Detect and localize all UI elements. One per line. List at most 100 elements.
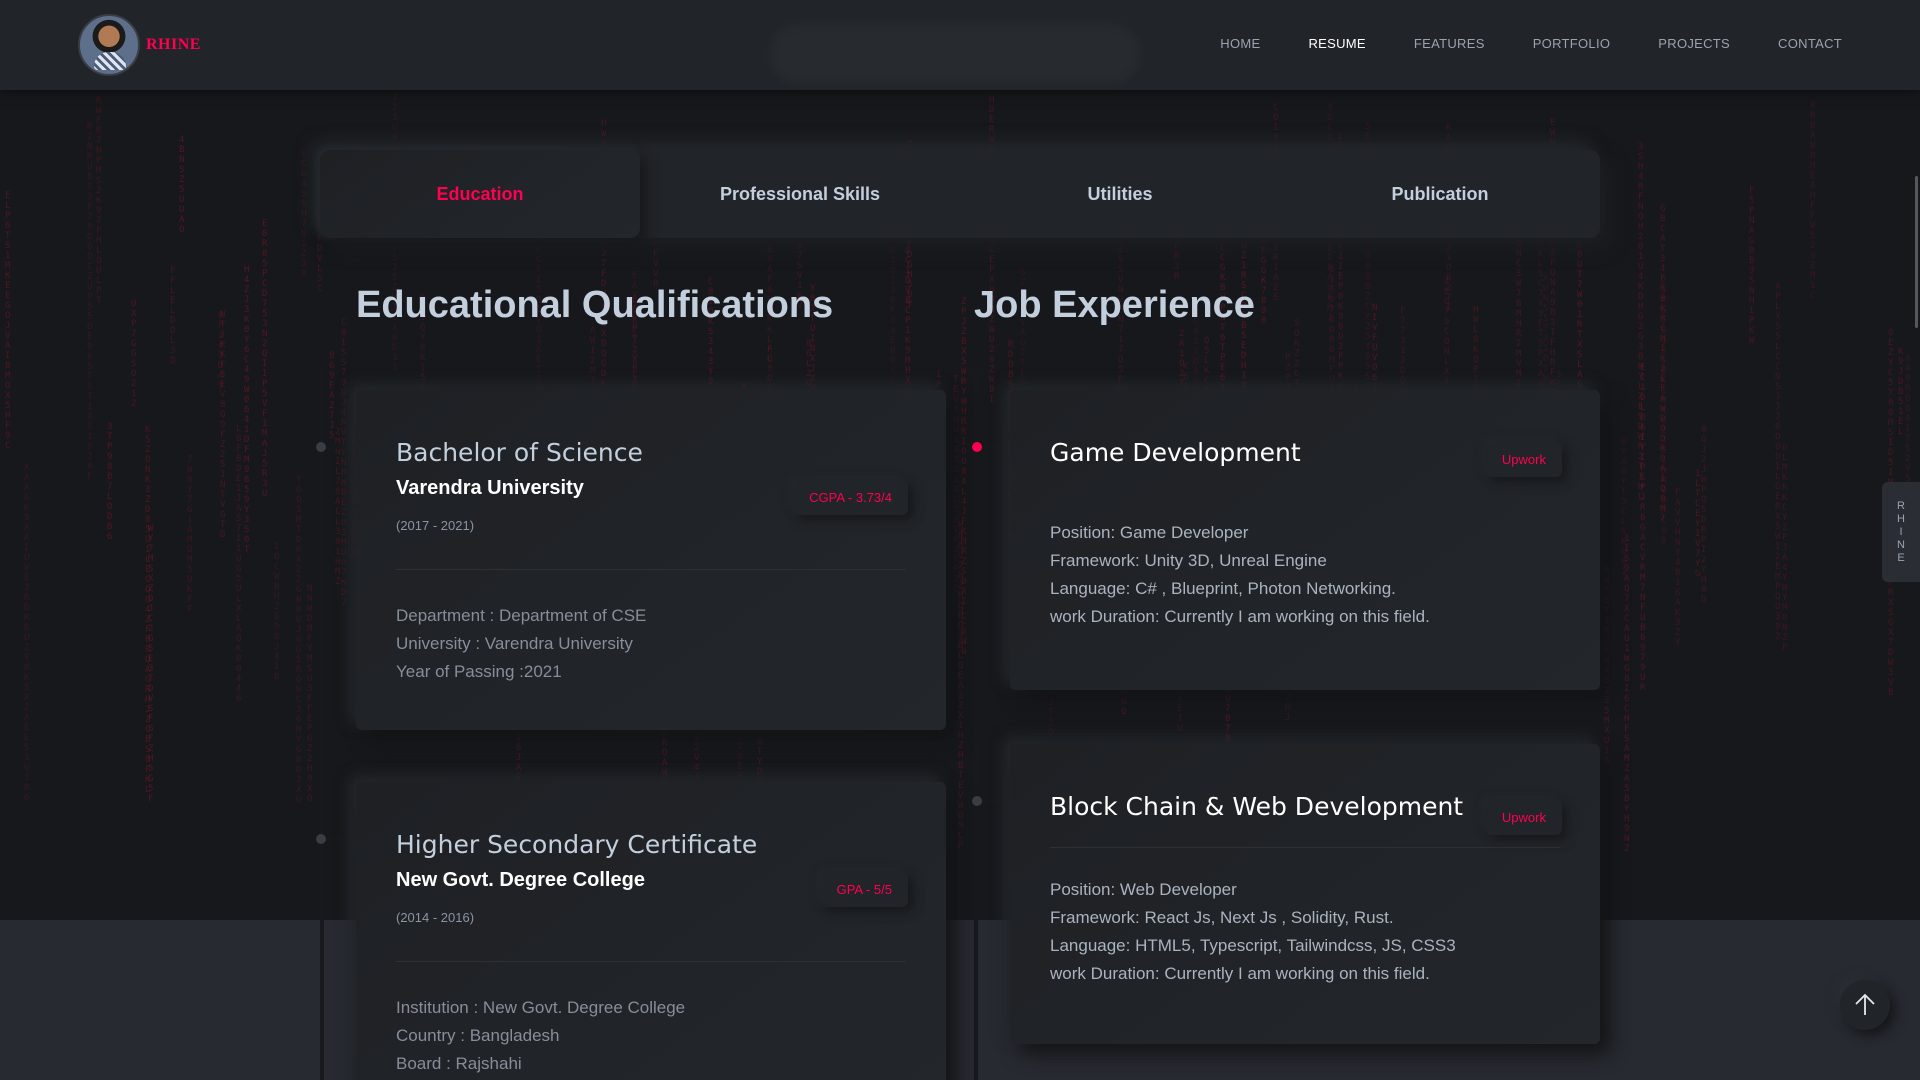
detail-line: Language: C# , Blueprint, Photon Network… (1050, 579, 1396, 598)
detail-line: Language: HTML5, Typescript, Tailwindcss… (1050, 936, 1456, 955)
matrix-column: C8ISS79UJ4RVTYNRWBEZ83MUA7KD7 (341, 318, 347, 608)
education-card: Bachelor of Science Varendra University … (356, 390, 946, 730)
matrix-column: ELP6TS1MKEEGOJVAI8MOX5HF9C (5, 191, 11, 451)
divider (396, 961, 906, 962)
nav-resume[interactable]: RESUME (1308, 36, 1365, 51)
divider (1050, 847, 1560, 848)
matrix-column: ZPJZBX5WRYWHRRI0U84L4JFKMRZS0RILC6W6 (961, 297, 967, 657)
detail-line: Framework: Unity 3D, Unreal Engine (1050, 551, 1327, 570)
details: Position: Web Developer Framework: React… (1050, 876, 1560, 988)
matrix-column: NTJRKF5EV8Q9FZ25JNTVGTD (220, 310, 226, 540)
main-nav: HOME RESUME FEATURES PORTFOLIO PROJECTS … (1220, 36, 1842, 51)
side-letter: N (1897, 538, 1905, 551)
matrix-column: H4ZJ3K0Y6C49W0641DFM9859Y3S0T (244, 265, 250, 555)
site-header: RHINE HOME RESUME FEATURES PORTFOLIO PRO… (0, 0, 1920, 90)
brand-name: RHINE (146, 36, 201, 53)
avatar (78, 14, 140, 76)
degree-title: Higher Secondary Certificate (396, 830, 758, 859)
matrix-column: HDERWM285UTEG2SCEPX8MMZWU20ZWBI (989, 95, 995, 405)
matrix-column: UXP7GGSO212 (131, 299, 137, 409)
job-timeline (974, 370, 978, 1080)
matrix-column: FAVVHNY4B1KAK9ZY (1675, 488, 1681, 648)
detail-line: work Duration: Currently I am working on… (1050, 607, 1430, 626)
matrix-column: K9JDB51EL (1898, 347, 1904, 437)
divider (396, 569, 906, 570)
matrix-column: UYXQYT9CLSKOR1 (1621, 437, 1627, 577)
tab-publication[interactable]: Publication (1280, 150, 1600, 238)
matrix-column: IOCWNHZG98J41B (274, 542, 280, 682)
matrix-column: LBFBDE1JA57I1UG5ULXLAQK00446 (236, 424, 242, 704)
timeline-dot (972, 796, 982, 806)
detail-line: work Duration: Currently I am working on… (1050, 964, 1430, 983)
side-letter: I (1899, 525, 1903, 538)
matrix-column: 4BNSZ5UUAO (179, 135, 185, 235)
resume-tabs: Education Professional Skills Utilities … (320, 150, 1600, 238)
matrix-column: XAAGK9AAIUVEJRDRBUZY8K5XZAELS1U186 (24, 463, 30, 803)
timeline-dot-active (972, 442, 982, 452)
matrix-column: AA0RD04ITS2V5 (1905, 354, 1911, 484)
matrix-column: NNWDMFYMSU3FFEP6Z2H9XQ (307, 584, 313, 804)
education-timeline (320, 370, 324, 1080)
matrix-column: 4EG79CONLXYLE (1444, 277, 1450, 407)
nav-contact[interactable]: CONTACT (1778, 36, 1842, 51)
back-to-top-button[interactable] (1840, 980, 1890, 1030)
matrix-column: TEV3OU133211LZ31AOTF7C (953, 375, 959, 595)
arrow-up-icon (1855, 993, 1875, 1015)
nav-home[interactable]: HOME (1220, 36, 1260, 51)
education-title: Educational Qualifications (356, 284, 834, 326)
matrix-column: F5PNAGBB9SNHIPKW (1749, 186, 1755, 346)
nav-portfolio[interactable]: PORTFOLIO (1533, 36, 1611, 51)
timeline-dot (316, 834, 326, 844)
education-card: Higher Secondary Certificate New Govt. D… (356, 782, 946, 1080)
job-card: Block Chain & Web Development Upwork Pos… (1010, 744, 1600, 1044)
matrix-column: 0LMKRKCYZPJA4YWYM8NZP (1782, 443, 1788, 653)
degree-title: Bachelor of Science (396, 438, 643, 467)
job-title: Game Development (1050, 438, 1301, 467)
matrix-column: R2NRU8S3F78OGOCZUV55OE065TST1XS10JAF (87, 122, 93, 482)
detail-line: Position: Game Developer (1050, 523, 1249, 542)
job-card: Game Development Upwork Position: Game D… (1010, 390, 1600, 690)
details: Position: Game Developer Framework: Unit… (1050, 519, 1560, 631)
side-letter: R (1897, 499, 1905, 512)
nav-features[interactable]: FEATURES (1414, 36, 1485, 51)
study-years: (2017 - 2021) (396, 518, 475, 533)
platform-badge: Upwork (1485, 442, 1562, 477)
side-letter: E (1897, 551, 1905, 564)
detail-line: University : Varendra University (396, 634, 633, 653)
matrix-column: YGO5MTD0X2ZGN0UJGG5RQWC36MYG0Q3XU (296, 475, 302, 805)
detail-line: Country : Bangladesh (396, 1026, 560, 1045)
matrix-column: 1LTCEYIV7YG (1695, 469, 1701, 579)
matrix-column: EI19LU6IYIPSPJR6GACVRM7NFUB6979UR (1640, 363, 1646, 693)
timeline-dot (316, 442, 326, 452)
matrix-column: APLXS5LCCNSJJJ6O0OILGERXSWI2EMPQO392 (1775, 282, 1781, 642)
side-letter: H (1897, 512, 1905, 525)
grade-badge: CGPA - 3.73/4 (793, 480, 908, 515)
detail-line: Institution : New Govt. Degree College (396, 998, 686, 1017)
detail-line: Board : Rajshahi (396, 1054, 522, 1073)
tab-utilities[interactable]: Utilities (960, 150, 1280, 238)
platform-badge: Upwork (1485, 800, 1562, 835)
side-brand-tab[interactable]: R H I N E (1882, 482, 1920, 582)
logo[interactable]: RHINE (78, 14, 201, 76)
matrix-column: B69FA27J5 (329, 351, 335, 441)
matrix-column: RWFR7NPMS2K97FHLOULPT (96, 96, 102, 306)
matrix-column: 21FG2BQ31BK1MXO2JE1UM09RC68 (1661, 276, 1667, 546)
study-years: (2014 - 2016) (396, 910, 475, 925)
details: Department : Department of CSE Universit… (396, 602, 906, 686)
matrix-column: XRUXN8MEAHFFW529ZM1C (1810, 101, 1816, 301)
job-title: Block Chain & Web Development (1050, 792, 1464, 821)
scrollbar-thumb[interactable] (1915, 176, 1918, 328)
matrix-column: 1IS9AQ7XCAU1WG8I6CHFSAMZA5BYH9NZ (1624, 534, 1630, 854)
detail-line: Framework: React Js, Next Js , Solidity,… (1050, 908, 1394, 927)
matrix-column: 7W8Y7G1AMUM5UKFF (187, 455, 193, 615)
tab-professional-skills[interactable]: Professional Skills (640, 150, 960, 238)
detail-line: Year of Passing :2021 (396, 662, 562, 681)
matrix-column: E0R85PCD753N2QIIP5VF1MAJ5R3U (262, 219, 268, 499)
tab-education[interactable]: Education (320, 150, 640, 238)
job-experience-title: Job Experience (974, 284, 1255, 326)
nav-projects[interactable]: PROJECTS (1658, 36, 1730, 51)
details: Institution : New Govt. Degree College C… (396, 994, 906, 1078)
lower-background (0, 920, 1920, 1080)
detail-line: Position: Web Developer (1050, 880, 1237, 899)
matrix-column: SWF6TIRCEWXG2Z5MXU16 (1604, 566, 1610, 766)
